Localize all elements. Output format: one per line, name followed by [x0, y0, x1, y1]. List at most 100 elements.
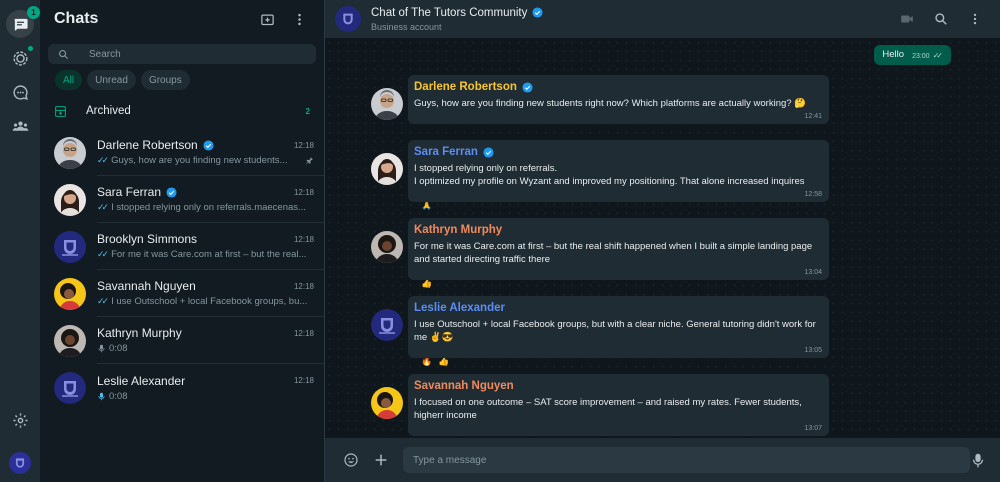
archived-label: Archived [86, 105, 131, 117]
avatar-photo-darlene [371, 88, 403, 120]
chat-list: Darlene Robertson 12:18 ✓✓ Guys, how are… [40, 129, 324, 411]
voice-message-button[interactable] [968, 450, 988, 470]
microphone-icon [98, 392, 105, 400]
plus-icon [375, 454, 387, 466]
message-time: 13:07 [804, 425, 822, 432]
sender-name: Darlene Robertson [414, 81, 517, 93]
archived-count: 2 [305, 106, 310, 116]
avatar-photo-savannah [371, 387, 403, 419]
status-nav-button[interactable] [6, 44, 34, 72]
avatar-photo-kathryn [371, 231, 403, 263]
incoming-message[interactable]: Leslie Alexander I use Outschool + local… [371, 296, 829, 368]
message-bubble: Savannah Nguyen I focused on one outcome… [408, 374, 829, 436]
sender-name: Leslie Alexander [414, 302, 505, 314]
message-bubble: Sara Ferran I stopped relying only on re… [408, 140, 829, 202]
channels-nav-button[interactable] [6, 78, 34, 106]
conversation-header[interactable]: Chat of The Tutors Community Business ac… [325, 0, 1000, 38]
chat-item-savannah-nguyen[interactable]: Savannah Nguyen 12:18 ✓✓ I use Outschool… [40, 270, 324, 317]
chats-nav-button[interactable]: 1 [6, 6, 40, 38]
message-bubble: Darlene Robertson Guys, how are you find… [408, 75, 829, 124]
profile-avatar[interactable] [9, 452, 31, 474]
chat-preview: For me it was Care.com at first – but th… [111, 249, 307, 260]
message-list: Hello 23:00 ✓✓ Darlene Robertson Guys, h… [325, 38, 1000, 438]
search-bar [48, 44, 316, 64]
chat-body: Savannah Nguyen 12:18 ✓✓ I use Outschool… [97, 270, 324, 317]
group-avatar[interactable] [335, 6, 361, 32]
chat-name: Leslie Alexander [97, 373, 186, 388]
microphone-icon [972, 453, 984, 467]
incoming-message[interactable]: Sara Ferran I stopped relying only on re… [371, 140, 829, 212]
crest-icon [54, 230, 86, 263]
verified-icon [203, 139, 214, 151]
emoji-button[interactable] [341, 450, 361, 470]
chat-time: 12:18 [293, 376, 314, 385]
sender-name: Kathryn Murphy [414, 224, 503, 236]
filter-all[interactable]: All [55, 70, 83, 90]
avatar [371, 387, 403, 419]
more-vertical-icon [297, 13, 301, 25]
sender-name: Sara Ferran [414, 146, 478, 158]
microphone-icon [98, 344, 105, 353]
incoming-message[interactable]: Darlene Robertson Guys, how are you find… [371, 75, 829, 124]
search-input[interactable] [89, 48, 289, 60]
settings-nav-button[interactable] [6, 406, 34, 434]
message-time: 12:41 [804, 113, 822, 120]
chats-icon [14, 18, 28, 31]
incoming-message[interactable]: Kathryn Murphy For me it was Care.com at… [371, 218, 829, 290]
conversation-title: Chat of The Tutors Community [371, 6, 528, 19]
verified-icon [166, 186, 177, 198]
chat-body: Kathryn Murphy 12:18 0:08 [97, 317, 324, 364]
chat-preview: 0:08 [109, 343, 128, 354]
sender-name: Savannah Nguyen [414, 380, 514, 392]
read-ticks-icon: ✓✓ [97, 296, 109, 306]
search-messages-button[interactable] [930, 8, 952, 30]
message-input[interactable] [403, 447, 970, 473]
conversation-titles: Chat of The Tutors Community Business ac… [371, 7, 543, 32]
new-chat-button[interactable] [256, 8, 278, 30]
conversation-menu-button[interactable] [964, 8, 986, 30]
outgoing-message[interactable]: Hello 23:00 ✓✓ [874, 45, 951, 65]
chat-item-leslie-alexander[interactable]: Leslie Alexander 12:18 0:08 [40, 364, 324, 411]
avatar [371, 88, 403, 120]
archived-row[interactable]: Archived 2 [40, 96, 324, 126]
conversation-subtitle: Business account [371, 21, 442, 32]
message-text: I focused on one outcome – SAT score imp… [414, 397, 802, 421]
avatar [371, 153, 403, 185]
filter-unread[interactable]: Unread [87, 70, 136, 90]
avatar [54, 324, 86, 357]
avatar [54, 230, 86, 263]
conversation-actions [884, 0, 986, 38]
search-icon [59, 49, 69, 59]
incoming-message[interactable]: Savannah Nguyen I focused on one outcome… [371, 374, 829, 436]
chat-body: Sara Ferran 12:18 ✓✓ I stopped relying o… [97, 176, 324, 223]
filter-groups[interactable]: Groups [140, 70, 190, 90]
message-time: 13:04 [804, 269, 822, 276]
avatar [54, 277, 86, 310]
message-text: Guys, how are you finding new students r… [414, 98, 807, 109]
chat-item-brooklyn-simmons[interactable]: Brooklyn Simmons 12:18 ✓✓ For me it was … [40, 223, 324, 270]
chat-preview: I use Outschool + local Facebook groups,… [111, 296, 308, 307]
crest-icon [371, 309, 403, 341]
verified-icon [532, 7, 543, 18]
filter-chips: All Unread Groups [40, 64, 324, 90]
chat-time: 12:18 [293, 187, 314, 197]
read-ticks-icon: ✓✓ [932, 51, 944, 60]
chat-item-kathryn-murphy[interactable]: Kathryn Murphy 12:18 0:08 [40, 317, 324, 364]
chat-name: Sara Ferran [97, 185, 162, 199]
whatsapp-window: 1 Chats Search All Unread Groups Archive… [0, 0, 1000, 482]
sidebar-menu-button[interactable] [288, 8, 310, 30]
avatar-photo-savannah [54, 277, 86, 310]
message-time: 13:05 [804, 347, 822, 354]
communities-nav-button[interactable] [6, 112, 34, 140]
new-chat-icon [260, 14, 274, 25]
search-icon [935, 13, 947, 25]
video-call-button[interactable] [896, 8, 918, 30]
archive-icon [55, 105, 66, 117]
settings-icon [12, 412, 28, 428]
channels-icon [12, 84, 28, 100]
chat-item-darlene-robertson[interactable]: Darlene Robertson 12:18 ✓✓ Guys, how are… [40, 129, 324, 176]
chat-item-sara-ferran[interactable]: Sara Ferran 12:18 ✓✓ I stopped relying o… [40, 176, 324, 223]
crest-icon [15, 458, 25, 468]
attach-button[interactable] [371, 450, 391, 470]
chat-preview: Guys, how are you finding new students..… [111, 155, 288, 166]
